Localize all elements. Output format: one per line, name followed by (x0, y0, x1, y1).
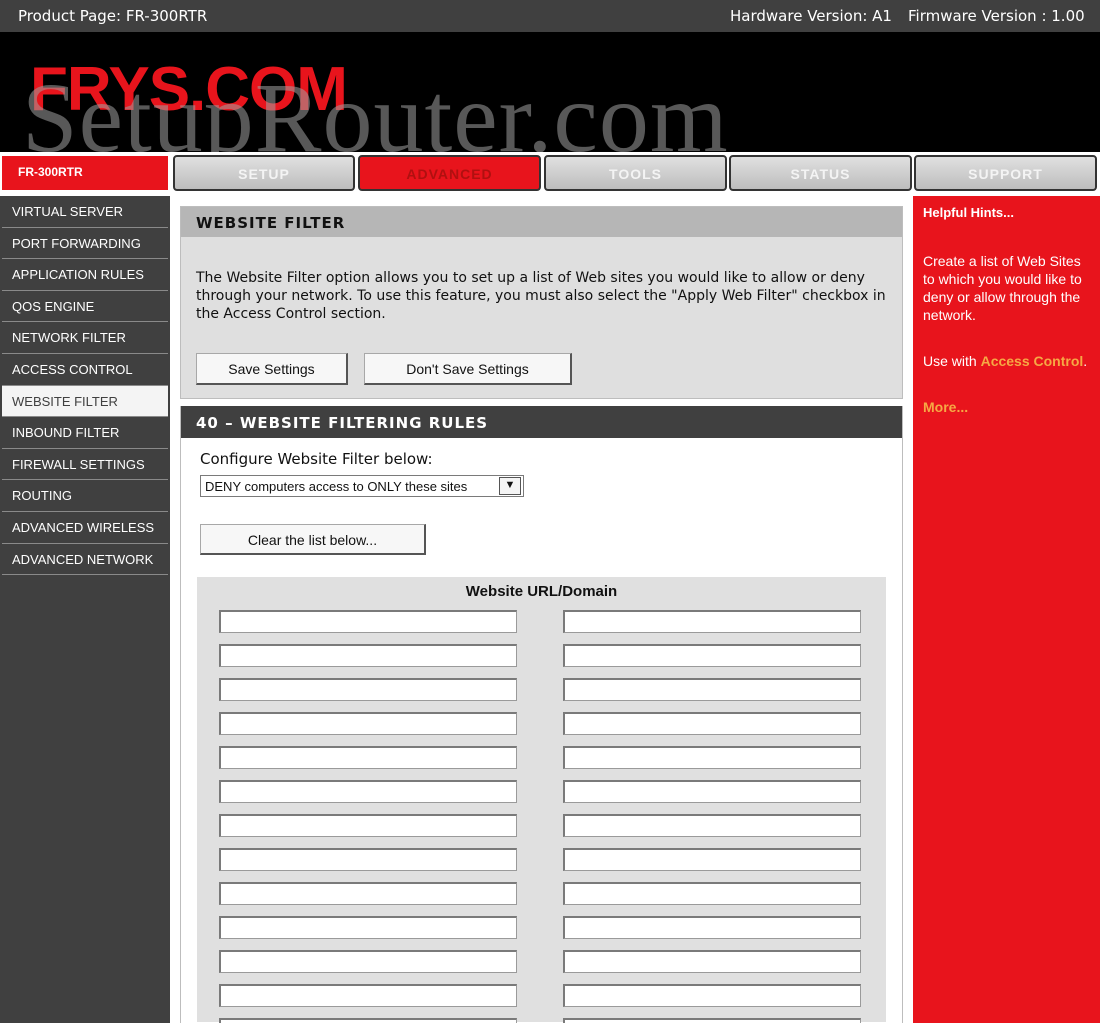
sidebar-item-inbound-filter[interactable]: INBOUND FILTER (2, 417, 168, 449)
filter-mode-select[interactable]: DENY computers access to ONLY these site… (200, 475, 524, 497)
url-input[interactable] (219, 1018, 517, 1023)
url-input[interactable] (563, 746, 861, 769)
sidebar-item-application-rules[interactable]: APPLICATION RULES (2, 259, 168, 291)
product-page-label: Product Page: FR-300RTR (18, 7, 208, 25)
url-input[interactable] (563, 950, 861, 973)
helpful-hints: Helpful Hints... Create a list of Web Si… (913, 196, 1100, 1023)
url-input[interactable] (219, 780, 517, 803)
url-list-header: Website URL/Domain (465, 583, 618, 600)
hints-title: Helpful Hints... (923, 205, 1014, 220)
hints-period: . (1083, 353, 1088, 369)
sidebar-item-advanced-network[interactable]: ADVANCED NETWORK (2, 544, 168, 576)
hints-more-link[interactable]: More... (923, 398, 1090, 416)
chevron-down-icon[interactable]: ▼ (499, 477, 521, 495)
url-input[interactable] (219, 916, 517, 939)
save-settings-button[interactable]: Save Settings (196, 353, 348, 385)
tab-advanced[interactable]: ADVANCED (358, 155, 541, 191)
sidebar-item-port-forwarding[interactable]: PORT FORWARDING (2, 228, 168, 260)
sidebar-item-firewall-settings[interactable]: FIREWALL SETTINGS (2, 449, 168, 481)
url-input[interactable] (563, 814, 861, 837)
url-input[interactable] (219, 882, 517, 905)
sidebar-item-website-filter[interactable]: WEBSITE FILTER (2, 385, 168, 418)
url-input[interactable] (563, 644, 861, 667)
hints-access-control: Use with Access Control. (923, 352, 1090, 370)
tab-row: FR-300RTR SETUP ADVANCED TOOLS STATUS SU… (0, 152, 1100, 196)
url-input[interactable] (563, 1018, 861, 1023)
tab-status[interactable]: STATUS (729, 155, 912, 191)
url-input[interactable] (219, 746, 517, 769)
top-bar: Product Page: FR-300RTR Hardware Version… (0, 0, 1100, 32)
clear-list-button[interactable]: Clear the list below... (200, 524, 426, 555)
model-label: FR-300RTR (2, 156, 168, 190)
url-input[interactable] (563, 780, 861, 803)
url-input[interactable] (219, 984, 517, 1007)
sidebar: VIRTUAL SERVER PORT FORWARDING APPLICATI… (0, 196, 170, 1023)
page-title: WEBSITE FILTER (181, 207, 902, 237)
url-input[interactable] (563, 848, 861, 871)
url-input[interactable] (563, 610, 861, 633)
access-control-link[interactable]: Access Control (981, 353, 1084, 369)
tab-setup[interactable]: SETUP (173, 155, 355, 191)
tab-support[interactable]: SUPPORT (914, 155, 1097, 191)
url-input[interactable] (219, 950, 517, 973)
hardware-version: Hardware Version: A1 (730, 7, 892, 25)
dont-save-settings-button[interactable]: Don't Save Settings (364, 353, 572, 385)
url-input[interactable] (219, 644, 517, 667)
sidebar-item-advanced-wireless[interactable]: ADVANCED WIRELESS (2, 512, 168, 544)
filtering-rules-panel: 40 – WEBSITE FILTERING RULES Configure W… (180, 406, 903, 1023)
sidebar-item-virtual-server[interactable]: VIRTUAL SERVER (2, 196, 168, 228)
sidebar-item-routing[interactable]: ROUTING (2, 480, 168, 512)
filter-mode-value: DENY computers access to ONLY these site… (205, 479, 468, 494)
sidebar-item-network-filter[interactable]: NETWORK FILTER (2, 322, 168, 354)
url-input[interactable] (563, 712, 861, 735)
website-filter-panel: WEBSITE FILTER The Website Filter option… (180, 206, 903, 399)
url-input[interactable] (219, 848, 517, 871)
tab-tools[interactable]: TOOLS (544, 155, 727, 191)
url-input[interactable] (219, 814, 517, 837)
hints-text: Create a list of Web Sites to which you … (923, 253, 1082, 323)
hints-use-with: Use with (923, 353, 981, 369)
url-input[interactable] (563, 916, 861, 939)
sidebar-item-qos-engine[interactable]: QOS ENGINE (2, 291, 168, 323)
firmware-version: Firmware Version : 1.00 (908, 7, 1085, 25)
url-input[interactable] (219, 712, 517, 735)
url-input[interactable] (219, 678, 517, 701)
url-input[interactable] (563, 678, 861, 701)
configure-filter-label: Configure Website Filter below: (200, 450, 433, 468)
url-list: Website URL/Domain (197, 577, 886, 1023)
sidebar-item-access-control[interactable]: ACCESS CONTROL (2, 354, 168, 386)
url-input[interactable] (563, 984, 861, 1007)
main-content: WEBSITE FILTER The Website Filter option… (180, 206, 903, 1023)
page-description: The Website Filter option allows you to … (196, 270, 886, 322)
banner: FRYS.COM SetupRouter.com (0, 32, 1100, 152)
rules-title: 40 – WEBSITE FILTERING RULES (181, 406, 902, 438)
url-input[interactable] (563, 882, 861, 905)
url-input[interactable] (219, 610, 517, 633)
watermark: SetupRouter.com (22, 62, 729, 152)
